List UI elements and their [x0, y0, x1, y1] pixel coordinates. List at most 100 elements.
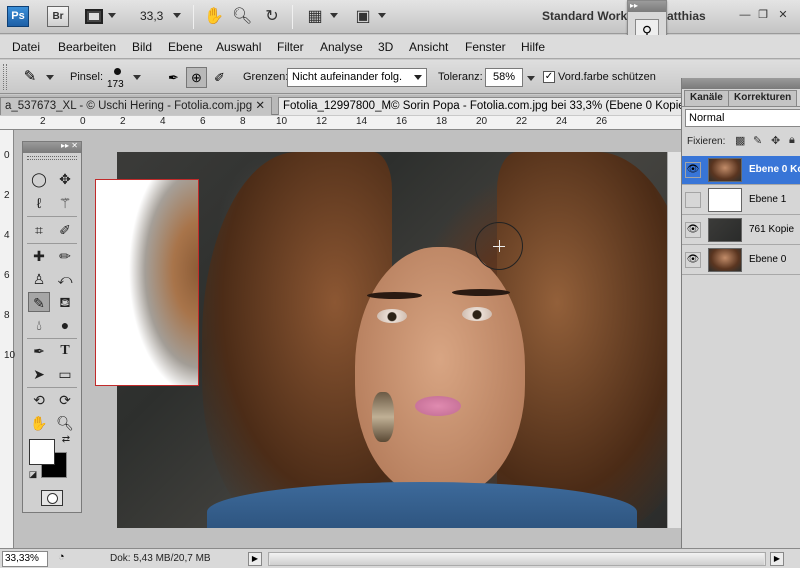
menu-3d[interactable]: 3D: [378, 40, 393, 54]
tools-grip[interactable]: [27, 156, 77, 160]
document-canvas[interactable]: [117, 152, 682, 528]
menu-bearbeiten[interactable]: Bearbeiten: [58, 40, 116, 54]
lock-transparency-icon[interactable]: ▩: [735, 134, 745, 147]
layer-name[interactable]: Ebene 0: [749, 254, 786, 265]
scrollbar-thumb[interactable]: [270, 553, 764, 565]
history-brush-tool-icon[interactable]: ⤺: [54, 269, 76, 289]
lock-position-icon[interactable]: ✥: [771, 134, 780, 147]
tolerance-slider-icon[interactable]: [527, 76, 535, 81]
swap-colors-icon[interactable]: ⇄: [59, 434, 73, 446]
layer-row[interactable]: 👁︎ Ebene 0: [682, 246, 800, 275]
close-icon[interactable]: ✕: [776, 8, 790, 22]
blur-tool-icon[interactable]: 💧︎: [28, 315, 50, 335]
layer-name[interactable]: Ebene 1: [749, 194, 786, 205]
vertical-scrollbar[interactable]: [667, 152, 681, 528]
limits-select[interactable]: Nicht aufeinander folg.: [287, 68, 427, 87]
blend-mode-select[interactable]: Normal: [685, 109, 800, 127]
move-tool-icon[interactable]: ✥: [54, 169, 76, 189]
tab-document-2[interactable]: Fotolia_12997800_M© Sorin Popa - Fotolia…: [278, 97, 682, 115]
lock-all-icon[interactable]: 🔒︎: [789, 134, 795, 147]
lock-image-icon[interactable]: ✎: [753, 134, 762, 147]
menu-fenster[interactable]: Fenster: [465, 40, 506, 54]
brush-preset-picker[interactable]: 173: [105, 65, 131, 91]
horizontal-ruler[interactable]: 2 0 2 4 6 8 10 12 14 16 18 20 22 24 26: [0, 116, 682, 130]
zoom-tool-icon[interactable]: 🔍︎: [54, 413, 76, 433]
sampling-once-icon[interactable]: ⊕: [186, 67, 207, 88]
screen-mode-icon[interactable]: ▣: [353, 7, 373, 27]
menu-analyse[interactable]: Analyse: [320, 40, 363, 54]
dodge-tool-icon[interactable]: ●: [54, 315, 76, 335]
visibility-toggle-empty[interactable]: [685, 192, 701, 208]
protect-foreground-checkbox[interactable]: ✓: [543, 71, 555, 83]
layers-panel-header[interactable]: [682, 78, 800, 89]
workspace-user-name[interactable]: atthias: [667, 9, 706, 23]
magic-wand-tool-icon[interactable]: ⚚: [54, 193, 76, 213]
tab-document-1[interactable]: a_537673_XL - © Uschi Hering - Fotolia.c…: [0, 97, 272, 115]
3d-rotate-tool-icon[interactable]: ⟲: [28, 390, 50, 410]
sampling-continuous-icon[interactable]: ✒: [163, 67, 184, 88]
chevron-down-icon[interactable]: [108, 13, 116, 18]
menu-datei[interactable]: Datei: [12, 40, 40, 54]
hand-tool-icon[interactable]: ✋: [28, 413, 50, 433]
lasso-tool-icon[interactable]: ℓ: [28, 193, 50, 213]
layer-row[interactable]: Ebene 1: [682, 186, 800, 215]
menu-auswahl[interactable]: Auswahl: [216, 40, 261, 54]
menu-bild[interactable]: Bild: [132, 40, 152, 54]
layer-name[interactable]: 761 Kopie: [749, 224, 794, 235]
eye-icon[interactable]: 👁︎: [685, 222, 701, 238]
default-colors-icon[interactable]: ◪: [27, 468, 39, 480]
rotate-view-icon[interactable]: ↻: [262, 7, 282, 27]
tools-panel-header[interactable]: [23, 141, 81, 153]
bridge-button[interactable]: Br: [47, 6, 69, 27]
workspace-switcher[interactable]: Standard Work: [542, 9, 627, 23]
crop-tool-icon[interactable]: ⌗: [28, 220, 50, 240]
brush-tool-icon[interactable]: ✏: [54, 246, 76, 266]
sampling-background-swatch-icon[interactable]: ✐: [209, 67, 230, 88]
type-tool-icon[interactable]: T: [54, 341, 76, 361]
layer-name[interactable]: Ebene 0 Ko: [749, 164, 800, 175]
menu-filter[interactable]: Filter: [277, 40, 304, 54]
chevron-down-icon[interactable]: [378, 13, 386, 18]
options-grip[interactable]: [3, 64, 7, 90]
eyedropper-tool-icon[interactable]: ✐: [54, 220, 76, 240]
panel-header[interactable]: ▸▸: [628, 1, 666, 12]
layer-row[interactable]: 👁︎ 761 Kopie: [682, 216, 800, 245]
status-menu-icon[interactable]: ▶: [248, 552, 262, 566]
tab-channels[interactable]: Kanäle: [684, 90, 729, 106]
pen-tool-icon[interactable]: ✒: [28, 341, 50, 361]
info-icon[interactable]: ◔: [58, 551, 65, 563]
layer-row[interactable]: 👁︎ Ebene 0 Ko: [682, 156, 800, 185]
hand-tool-icon[interactable]: ✋: [204, 7, 224, 27]
chevron-down-icon[interactable]: [330, 13, 338, 18]
paint-bucket-tool-icon[interactable]: ⛾: [54, 292, 76, 312]
foreground-color-swatch[interactable]: [29, 439, 55, 465]
zoom-level[interactable]: 33,3: [140, 9, 163, 23]
close-icon[interactable]: ✕: [255, 100, 265, 112]
healing-brush-tool-icon[interactable]: ✚: [28, 246, 50, 266]
photoshop-logo[interactable]: Ps: [7, 6, 29, 27]
background-eraser-tool-icon[interactable]: ✎: [28, 292, 50, 312]
clone-stamp-tool-icon[interactable]: ♙: [28, 269, 50, 289]
arrange-documents-icon[interactable]: ▦: [305, 7, 325, 27]
3d-orbit-tool-icon[interactable]: ⟳: [54, 390, 76, 410]
tab-corrections[interactable]: Korrekturen: [728, 90, 798, 106]
restore-icon[interactable]: ❐: [756, 8, 770, 22]
zoom-tool-icon[interactable]: 🔍︎: [232, 7, 252, 27]
path-selection-tool-icon[interactable]: ➤: [28, 364, 50, 384]
zoom-dropdown-icon[interactable]: [173, 13, 181, 18]
mini-bridge-icon[interactable]: [85, 9, 103, 24]
scroll-right-icon[interactable]: ▶: [770, 552, 784, 566]
marquee-tool-icon[interactable]: ◯: [28, 169, 50, 189]
tolerance-input[interactable]: 58%: [485, 68, 523, 87]
minimize-icon[interactable]: —: [738, 8, 752, 22]
menu-ebene[interactable]: Ebene: [168, 40, 203, 54]
zoom-field[interactable]: 33,33%: [2, 551, 48, 567]
menu-hilfe[interactable]: Hilfe: [521, 40, 545, 54]
vertical-ruler[interactable]: 0 2 4 6 8 10: [0, 130, 15, 548]
eye-icon[interactable]: 👁︎: [685, 252, 701, 268]
background-eraser-tool-icon[interactable]: ✎: [18, 67, 42, 87]
menu-ansicht[interactable]: Ansicht: [409, 40, 448, 54]
quick-mask-button[interactable]: [41, 490, 63, 506]
tool-preset-dropdown-icon[interactable]: [46, 75, 54, 80]
rectangle-tool-icon[interactable]: ▭: [54, 364, 76, 384]
